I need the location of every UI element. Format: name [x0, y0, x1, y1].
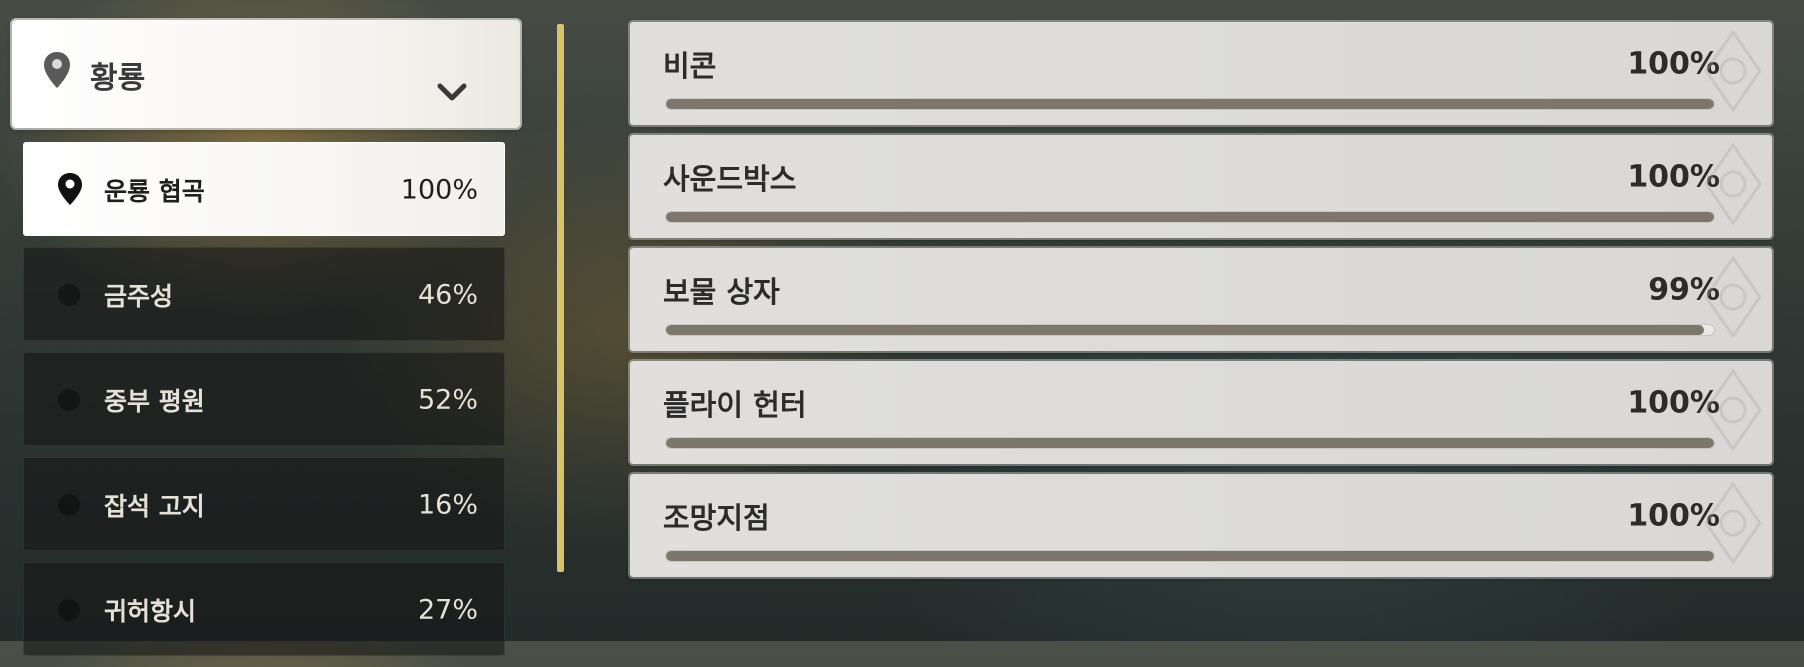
progress-track	[665, 550, 1715, 562]
area-item-rocky-highland[interactable]: 잡석 고지 16%	[23, 457, 505, 551]
area-list: 운룡 협곡 100% 금주성 46% 중부 평원 52% 잡석 고지 16% 귀…	[23, 142, 506, 667]
category-card-treasure-chest: 보물 상자 99%	[630, 248, 1772, 351]
category-name: 조망지점	[663, 501, 770, 535]
emblem-icon	[1704, 142, 1762, 226]
category-name: 플라이 헌터	[663, 388, 807, 422]
radio-dot-icon	[58, 389, 80, 411]
radio-dot-icon	[58, 284, 80, 306]
progress-track	[665, 437, 1715, 449]
area-name: 귀허항시	[104, 597, 197, 626]
region-name: 황룡	[90, 61, 146, 96]
emblem-icon	[1704, 255, 1762, 339]
emblem-icon	[1704, 29, 1762, 113]
area-name: 중부 평원	[104, 387, 205, 416]
progress-fill	[666, 212, 1714, 222]
panel-divider	[557, 24, 564, 572]
area-item-unryong[interactable]: 운룡 협곡 100%	[23, 142, 505, 236]
area-percent: 52%	[417, 384, 478, 416]
progress-track	[665, 98, 1715, 110]
radio-dot-icon	[58, 599, 80, 621]
category-name: 보물 상자	[663, 275, 780, 309]
category-card-beacon: 비콘 100%	[630, 22, 1772, 125]
emblem-icon	[1704, 368, 1762, 452]
progress-fill	[666, 325, 1704, 335]
progress-fill	[666, 438, 1714, 448]
area-percent: 100%	[400, 174, 478, 206]
area-name: 금주성	[104, 282, 174, 311]
category-progress-list: 비콘 100% 사운드박스 100% 보물 상자 99% 플라이 헌터 100%…	[630, 22, 1774, 587]
area-item-central-plains[interactable]: 중부 평원 52%	[23, 352, 505, 446]
area-item-geumju[interactable]: 금주성 46%	[23, 247, 505, 341]
area-name: 운룡 협곡	[104, 177, 205, 206]
radio-dot-icon	[58, 494, 80, 516]
area-percent: 27%	[417, 594, 478, 626]
progress-fill	[666, 99, 1714, 109]
region-dropdown[interactable]: 황룡	[12, 20, 520, 128]
category-card-soundbox: 사운드박스 100%	[630, 135, 1772, 238]
area-percent: 46%	[417, 279, 478, 311]
category-card-viewpoint: 조망지점 100%	[630, 474, 1772, 577]
progress-fill	[666, 551, 1714, 561]
progress-track	[665, 324, 1715, 336]
area-name: 잡석 고지	[104, 492, 205, 521]
chevron-down-icon	[437, 83, 467, 101]
area-item-gwiheo-port[interactable]: 귀허항시 27%	[23, 562, 505, 656]
map-pin-icon	[58, 173, 82, 205]
emblem-icon	[1704, 481, 1762, 565]
category-card-fly-hunter: 플라이 헌터 100%	[630, 361, 1772, 464]
area-percent: 16%	[417, 489, 478, 521]
category-name: 비콘	[663, 49, 717, 83]
progress-track	[665, 211, 1715, 223]
category-name: 사운드박스	[663, 162, 797, 196]
map-pin-icon	[44, 52, 70, 88]
